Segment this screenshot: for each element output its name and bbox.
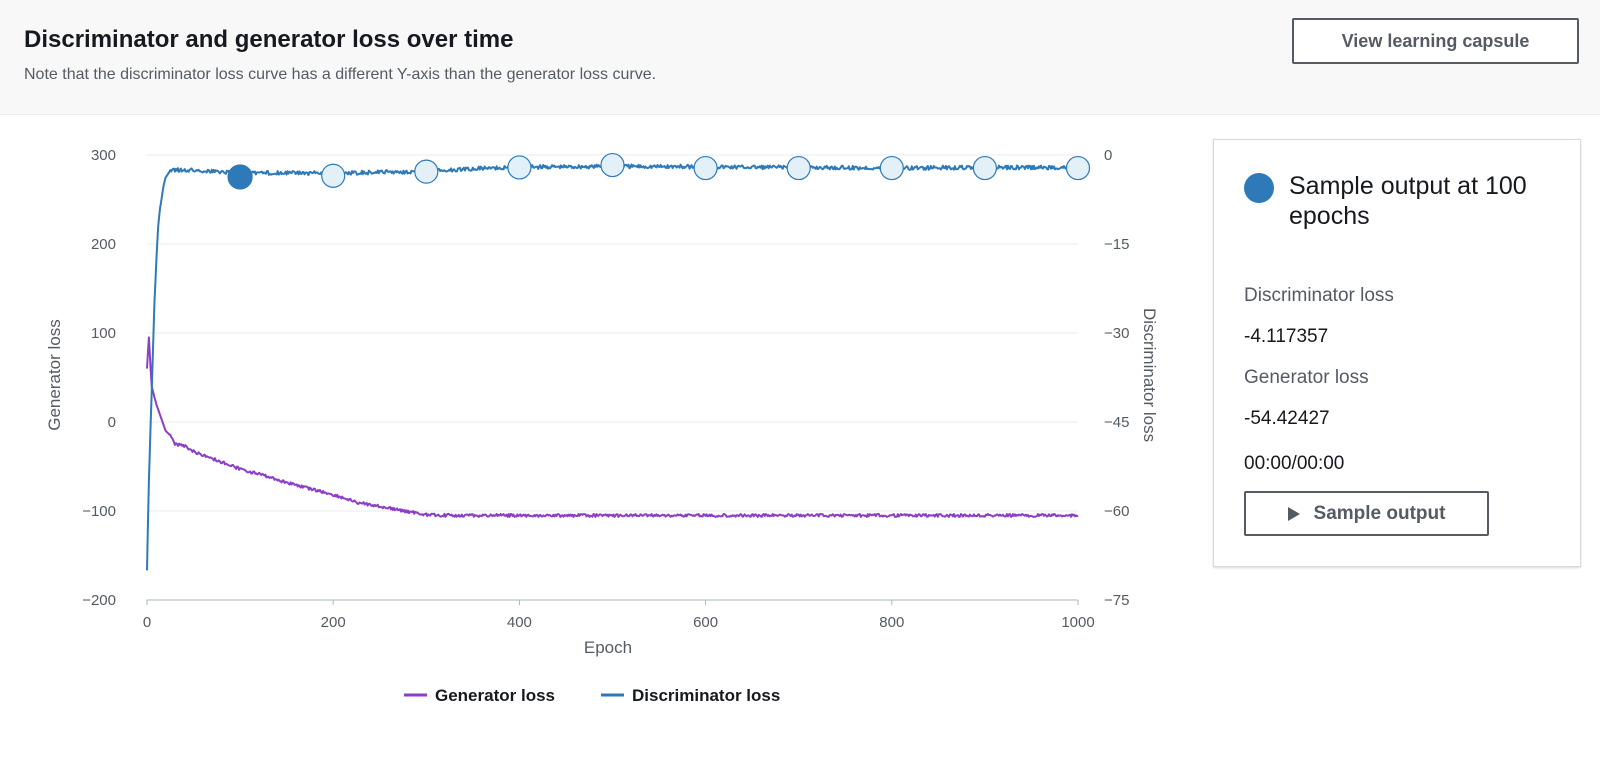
- y-axis-left-title: Generator loss: [45, 319, 64, 431]
- sample-output-button[interactable]: Sample output: [1244, 491, 1489, 536]
- y-left-tick-label: 300: [91, 147, 116, 164]
- selected-sample-dot: [1244, 173, 1274, 203]
- y-left-tick-label: 200: [91, 236, 116, 253]
- x-axis-title: Epoch: [584, 638, 632, 657]
- generator-loss-label: Generator loss: [1244, 367, 1369, 388]
- play-icon: [1287, 506, 1300, 521]
- sample-marker: [879, 155, 904, 181]
- y-axis-left: −200 −100 0 100 200 300: [82, 147, 116, 609]
- sample-output-button-label: Sample output: [1313, 502, 1446, 524]
- sample-output-heading: Sample output at 100 epochs: [1289, 172, 1527, 230]
- sample-marker: [1065, 155, 1091, 181]
- legend-discriminator-label: Discriminator loss: [632, 686, 780, 705]
- y-axis-right-title: Discriminator loss: [1140, 308, 1159, 442]
- selected-sample-marker: [227, 164, 253, 190]
- x-tick-label: 0: [143, 614, 151, 631]
- gridlines: [147, 154, 1078, 512]
- view-learning-capsule-button[interactable]: View learning capsule: [1292, 18, 1579, 64]
- x-tick-label: 600: [693, 614, 718, 631]
- x-tick-label: 1000: [1061, 614, 1094, 631]
- sample-marker: [786, 155, 811, 181]
- y-right-tick-label: −45: [1104, 414, 1129, 431]
- x-tick-label: 200: [321, 614, 346, 631]
- generator-loss-line: [146, 336, 1079, 518]
- y-left-tick-label: 100: [91, 325, 116, 342]
- playback-time: 00:00/00:00: [1244, 453, 1345, 474]
- y-right-tick-label: −60: [1104, 503, 1129, 520]
- y-axis-right: −75 −60 −45 −30 −15 0: [1104, 147, 1129, 609]
- sample-markers: [227, 152, 1091, 190]
- page-subtitle: Note that the discriminator loss curve h…: [24, 66, 657, 83]
- sample-marker: [600, 152, 625, 178]
- sample-output-panel: Sample output at 100 epochs Discriminato…: [1213, 139, 1581, 567]
- sample-marker: [321, 163, 346, 188]
- x-axis: 0 200 400 600 800 1000: [143, 599, 1095, 631]
- y-right-tick-label: −75: [1104, 592, 1129, 609]
- sample-marker: [972, 155, 998, 181]
- generator-loss-value: -54.42427: [1244, 408, 1330, 429]
- y-left-tick-label: 0: [108, 414, 116, 431]
- page-header: Discriminator and generator loss over ti…: [0, 0, 1600, 115]
- discriminator-loss-series: [146, 163, 1079, 571]
- legend: Generator loss Discriminator loss: [404, 686, 780, 705]
- loss-chart: 0 200 400 600 800 1000 −200 −100 0 100 200 300 −75…: [45, 147, 1159, 705]
- discriminator-loss-line: [146, 163, 1079, 571]
- discriminator-loss-label: Discriminator loss: [1244, 285, 1394, 306]
- legend-generator-label: Generator loss: [435, 686, 555, 705]
- x-tick-label: 800: [879, 614, 904, 631]
- y-right-tick-label: −15: [1104, 236, 1129, 253]
- sample-marker: [414, 159, 439, 184]
- y-left-tick-label: −100: [82, 503, 116, 520]
- sample-marker: [693, 155, 718, 181]
- generator-loss-series: [146, 336, 1079, 518]
- y-right-tick-label: −30: [1104, 325, 1129, 342]
- page-title: Discriminator and generator loss over ti…: [24, 26, 514, 53]
- y-right-tick-label: 0: [1104, 147, 1112, 164]
- x-tick-label: 400: [507, 614, 532, 631]
- y-left-tick-label: −200: [82, 592, 116, 609]
- sample-marker: [507, 155, 532, 180]
- discriminator-loss-value: -4.117357: [1244, 326, 1329, 347]
